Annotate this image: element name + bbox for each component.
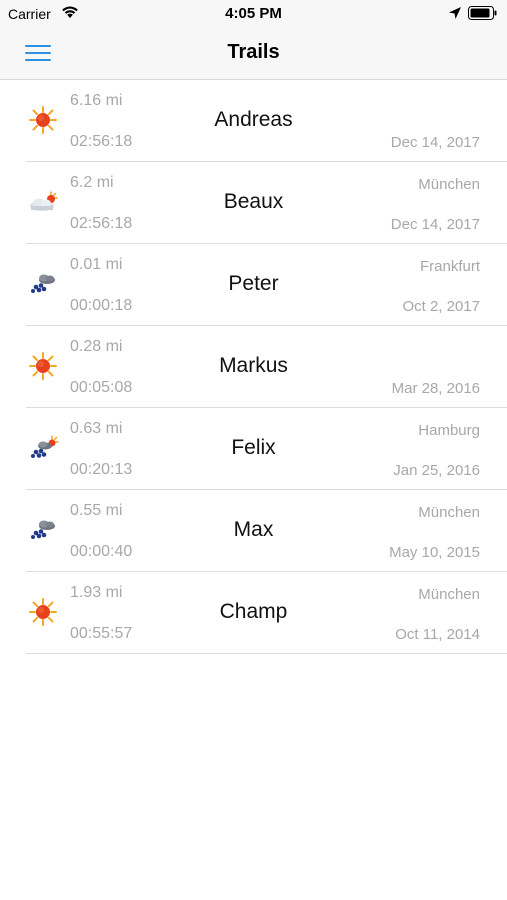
trail-name: Beaux — [223, 190, 284, 213]
trail-city: München — [418, 176, 480, 193]
location-arrow-icon — [448, 6, 462, 25]
trail-date: Jan 25, 2016 — [393, 462, 480, 479]
trail-name: Markus — [219, 354, 288, 377]
navigation-bar: Trails — [0, 28, 507, 80]
trail-city: München — [418, 504, 480, 521]
trail-duration: 00:00:18 — [70, 297, 133, 314]
trail-name: Peter — [228, 272, 279, 295]
trail-row[interactable]: 0.63 mi 00:20:13 Felix Hamburg Jan 25, 2… — [26, 408, 507, 490]
trail-row[interactable]: 0.01 mi 00:00:18 Peter Frankfurt Oct 2, … — [26, 244, 507, 326]
battery-icon — [468, 6, 498, 25]
trail-date: Dec 14, 2017 — [390, 134, 480, 151]
trail-duration: 00:20:13 — [70, 461, 133, 478]
trail-date: Mar 28, 2016 — [391, 380, 480, 397]
trail-city: Hamburg — [418, 422, 480, 439]
clock: 4:05 PM — [225, 5, 282, 22]
trail-date: Oct 2, 2017 — [402, 298, 480, 315]
trail-city: München — [418, 586, 480, 603]
trail-name: Andreas — [214, 108, 293, 131]
trail-row[interactable]: 6.2 mi 02:56:18 Beaux München Dec 14, 20… — [26, 162, 507, 244]
trail-city: Frankfurt — [419, 258, 480, 275]
trail-date: Dec 14, 2017 — [390, 216, 480, 233]
page-title: Trails — [227, 41, 280, 63]
trail-duration: 02:56:18 — [70, 133, 133, 150]
trail-name: Felix — [231, 436, 276, 459]
trail-date: Oct 11, 2014 — [395, 626, 480, 643]
trail-row[interactable]: 0.55 mi 00:00:40 Max München May 10, 201… — [26, 490, 507, 572]
trail-duration: 00:55:57 — [70, 625, 133, 642]
trail-row[interactable]: 1.93 mi 00:55:57 Champ München Oct 11, 2… — [26, 572, 507, 654]
trail-date: May 10, 2015 — [389, 544, 480, 561]
trail-list: 6.16 mi 02:56:18 Andreas Dec 14, 2017 6.… — [0, 80, 507, 654]
trail-duration: 00:05:08 — [70, 379, 133, 396]
trail-duration: 02:56:18 — [70, 215, 133, 232]
trail-row[interactable]: 6.16 mi 02:56:18 Andreas Dec 14, 2017 — [26, 80, 507, 162]
status-bar: Carrier 4:05 PM — [0, 0, 507, 28]
trail-name: Max — [233, 518, 274, 541]
trail-row[interactable]: 0.28 mi 00:05:08 Markus Mar 28, 2016 — [26, 326, 507, 408]
trail-duration: 00:00:40 — [70, 543, 133, 560]
trail-name: Champ — [219, 600, 288, 623]
